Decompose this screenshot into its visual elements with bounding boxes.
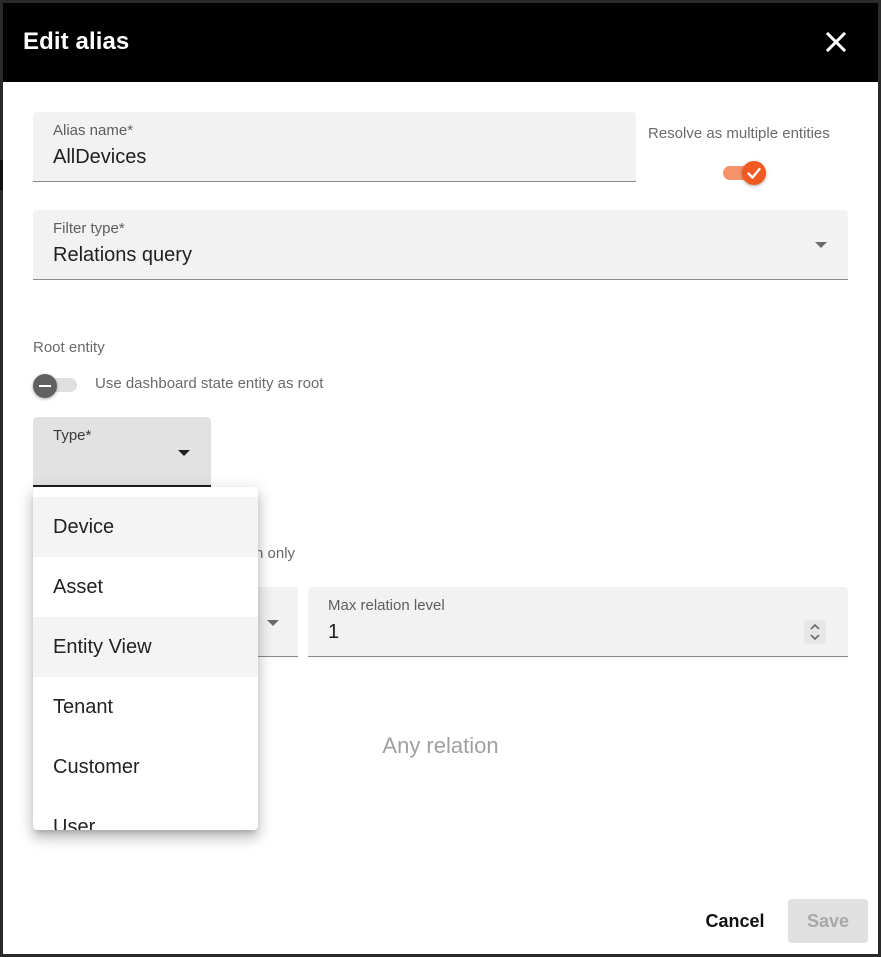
menu-item-customer[interactable]: Customer <box>33 737 258 797</box>
filter-type-label: Filter type* <box>53 220 125 237</box>
max-relation-level-label: Max relation level <box>328 597 445 614</box>
cancel-button[interactable]: Cancel <box>695 899 775 943</box>
resolve-multiple-label: Resolve as multiple entities <box>648 125 830 142</box>
partially-hidden-label: n only <box>255 545 296 562</box>
spinner-arrows-icon <box>810 623 820 641</box>
chevron-down-icon <box>267 620 279 626</box>
alias-name-field[interactable]: Alias name* AllDevices <box>33 112 636 182</box>
menu-item-tenant[interactable]: Tenant <box>33 677 258 737</box>
menu-item-user[interactable]: User <box>33 797 258 830</box>
type-dropdown-menu: Device Asset Entity View Tenant Customer… <box>33 487 258 830</box>
root-entity-section-title: Root entity <box>33 339 105 356</box>
filter-type-select[interactable]: Filter type* Relations query <box>33 210 848 280</box>
resolve-multiple-toggle[interactable] <box>723 161 767 185</box>
check-icon <box>742 161 766 185</box>
filter-type-value: Relations query <box>53 244 192 266</box>
minus-icon <box>33 374 57 398</box>
menu-item-entity-view[interactable]: Entity View <box>33 617 258 677</box>
edit-alias-dialog: Edit alias Alias name* AllDevices Resolv… <box>3 3 878 954</box>
chevron-down-icon <box>178 450 190 456</box>
dialog-titlebar: Edit alias <box>3 3 878 82</box>
save-button[interactable]: Save <box>788 899 868 943</box>
type-label: Type* <box>53 427 92 444</box>
use-dashboard-state-toggle[interactable] <box>31 373 79 398</box>
type-select[interactable]: Type* <box>33 417 211 487</box>
close-icon[interactable] <box>821 27 851 57</box>
dialog-title: Edit alias <box>23 28 130 55</box>
use-dashboard-state-label: Use dashboard state entity as root <box>95 375 324 392</box>
max-relation-level-input[interactable]: 1 <box>328 621 339 644</box>
chevron-down-icon <box>815 242 827 248</box>
alias-name-input[interactable]: AllDevices <box>53 146 146 169</box>
number-spinner[interactable] <box>804 620 826 644</box>
alias-name-label: Alias name* <box>53 122 134 139</box>
menu-item-device[interactable]: Device <box>33 497 258 557</box>
max-relation-level-field[interactable]: Max relation level 1 <box>308 587 848 657</box>
menu-item-asset[interactable]: Asset <box>33 557 258 617</box>
